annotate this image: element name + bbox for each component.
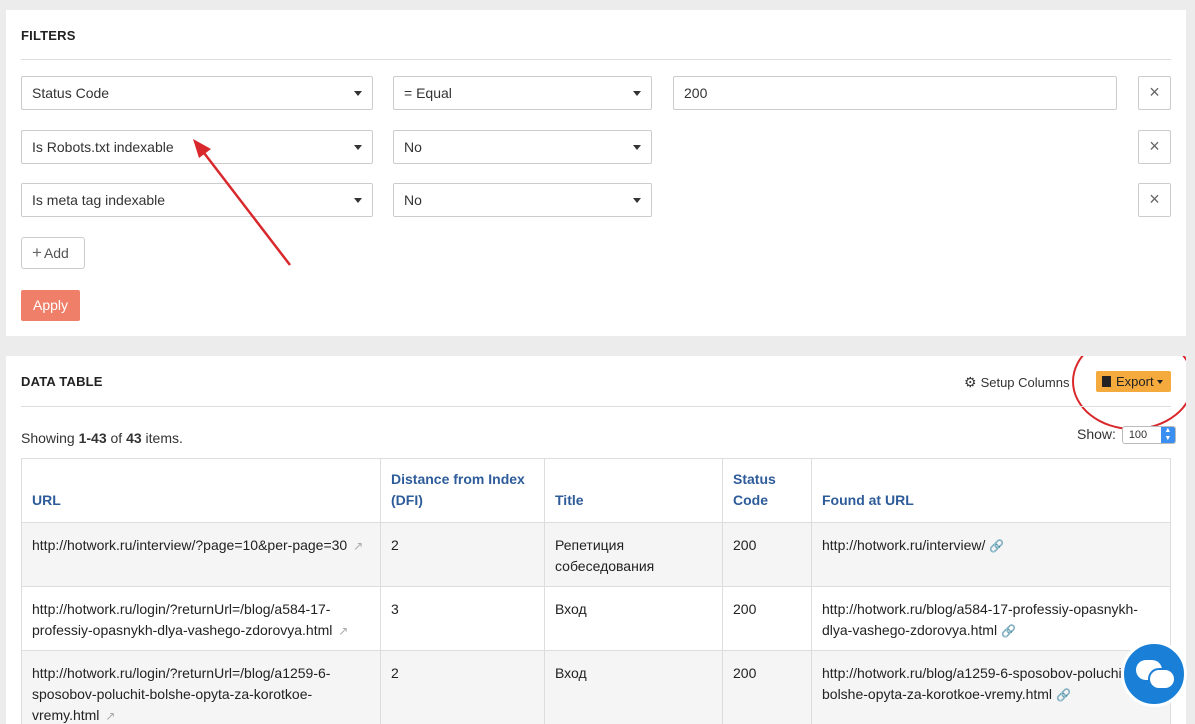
url-link[interactable]: http://hotwork.ru/interview/?page=10&per… xyxy=(32,537,347,553)
filter-field-value: Is meta tag indexable xyxy=(32,192,166,208)
cell-title: Репетиция собеседования xyxy=(544,522,723,587)
close-icon: × xyxy=(1149,82,1160,102)
column-header-url[interactable]: URL xyxy=(21,458,381,523)
chevron-down-icon xyxy=(633,198,641,203)
setup-columns-button[interactable]: ⚙ Setup Columns xyxy=(964,374,1069,391)
cell-dfi: 2 xyxy=(380,522,545,587)
filter-operator-select-3[interactable]: No xyxy=(393,183,652,217)
link-icon[interactable]: 🔗 xyxy=(989,539,1004,553)
found-url-text: http://hotwork.ru/blog/a1259-6-sposobov-… xyxy=(822,665,1131,702)
filter-operator-select-1[interactable]: = Equal xyxy=(393,76,652,110)
results-summary: Showing 1-43 of 43 items. xyxy=(21,430,183,446)
found-url-text: http://hotwork.ru/interview/ xyxy=(822,537,986,553)
divider xyxy=(21,406,1171,407)
cell-status: 200 xyxy=(722,650,812,724)
show-label: Show: xyxy=(1077,426,1116,442)
cell-url: http://hotwork.ru/login/?returnUrl=/blog… xyxy=(21,586,381,651)
data-table-panel: DATA TABLE ⚙ Setup Columns Export Showing… xyxy=(6,356,1186,724)
page-size-control: Show: 100 ▲ ▼ xyxy=(1077,426,1176,445)
cell-title: Вход xyxy=(544,650,723,724)
external-link-icon[interactable]: ↗ xyxy=(105,709,115,723)
chevron-down-icon xyxy=(354,91,362,96)
filter-operator-value: No xyxy=(404,192,422,208)
chevron-down-icon xyxy=(633,91,641,96)
filter-operator-value: No xyxy=(404,139,422,155)
filter-operator-value: = Equal xyxy=(404,85,452,101)
url-link[interactable]: http://hotwork.ru/login/?returnUrl=/blog… xyxy=(32,601,332,638)
stepper-icon: ▲ ▼ xyxy=(1160,427,1175,444)
column-header-found-at[interactable]: Found at URL xyxy=(811,458,1171,523)
url-link[interactable]: http://hotwork.ru/login/?returnUrl=/blog… xyxy=(32,665,330,723)
cell-dfi: 3 xyxy=(380,586,545,651)
chevron-down-icon xyxy=(354,198,362,203)
cell-url: http://hotwork.ru/interview/?page=10&per… xyxy=(21,522,381,587)
close-icon: × xyxy=(1149,136,1160,156)
page-size-value: 100 xyxy=(1128,429,1148,442)
filters-title: FILTERS xyxy=(21,28,76,43)
table-row: http://hotwork.ru/login/?returnUrl=/blog… xyxy=(21,650,1171,724)
gear-icon: ⚙ xyxy=(964,374,977,390)
apply-button[interactable]: Apply xyxy=(21,290,80,321)
external-link-icon[interactable]: ↗ xyxy=(338,624,348,638)
chat-icon-secondary xyxy=(1148,668,1176,690)
divider xyxy=(21,59,1171,60)
filter-field-select-2[interactable]: Is Robots.txt indexable xyxy=(21,130,373,164)
remove-filter-button-3[interactable]: × xyxy=(1138,183,1171,217)
filter-field-select-1[interactable]: Status Code xyxy=(21,76,373,110)
cell-status: 200 xyxy=(722,586,812,651)
plus-icon: + xyxy=(32,243,42,262)
cell-title: Вход xyxy=(544,586,723,651)
cell-status: 200 xyxy=(722,522,812,587)
column-header-status[interactable]: Status Code xyxy=(722,458,812,523)
filters-panel: FILTERS Status Code = Equal 200 × Is Rob… xyxy=(6,10,1186,336)
table-header-row: URL Distance from Index (DFI) Title Stat… xyxy=(21,458,1171,523)
cell-found-at: http://hotwork.ru/blog/a1259-6-sposobov-… xyxy=(811,650,1171,724)
filter-field-value: Status Code xyxy=(32,85,110,101)
add-label: Add xyxy=(43,245,69,261)
cell-found-at: http://hotwork.ru/interview/🔗 xyxy=(811,522,1171,587)
found-url-text: http://hotwork.ru/blog/a584-17-professiy… xyxy=(822,601,1138,638)
cell-url: http://hotwork.ru/login/?returnUrl=/blog… xyxy=(21,650,381,724)
external-link-icon[interactable]: ↗ xyxy=(353,539,363,553)
table-row: http://hotwork.ru/login/?returnUrl=/blog… xyxy=(21,586,1171,651)
filter-operator-select-2[interactable]: No xyxy=(393,130,652,164)
cell-dfi: 2 xyxy=(380,650,545,724)
link-icon[interactable]: 🔗 xyxy=(1001,624,1016,638)
filter-value-text: 200 xyxy=(684,85,708,101)
filter-value-input-1[interactable]: 200 xyxy=(673,76,1117,110)
chat-widget-button[interactable] xyxy=(1121,641,1187,707)
close-icon: × xyxy=(1149,189,1160,209)
chevron-down-icon xyxy=(633,145,641,150)
remove-filter-button-1[interactable]: × xyxy=(1138,76,1171,110)
filter-field-value: Is Robots.txt indexable xyxy=(32,139,174,155)
column-header-dfi[interactable]: Distance from Index (DFI) xyxy=(380,458,545,523)
annotation-circle xyxy=(1072,356,1186,430)
filter-field-select-3[interactable]: Is meta tag indexable xyxy=(21,183,373,217)
table-row: http://hotwork.ru/interview/?page=10&per… xyxy=(21,522,1171,587)
cell-found-at: http://hotwork.ru/blog/a584-17-professiy… xyxy=(811,586,1171,651)
add-filter-button[interactable]: + Add xyxy=(21,237,85,269)
chevron-down-icon xyxy=(354,145,362,150)
remove-filter-button-2[interactable]: × xyxy=(1138,130,1171,164)
setup-columns-label: Setup Columns xyxy=(980,375,1070,390)
results-table: URL Distance from Index (DFI) Title Stat… xyxy=(21,458,1171,724)
data-table-title: DATA TABLE xyxy=(21,374,103,389)
page-size-select[interactable]: 100 ▲ ▼ xyxy=(1121,426,1176,445)
column-header-title[interactable]: Title xyxy=(544,458,723,523)
link-icon[interactable]: 🔗 xyxy=(1056,688,1071,702)
